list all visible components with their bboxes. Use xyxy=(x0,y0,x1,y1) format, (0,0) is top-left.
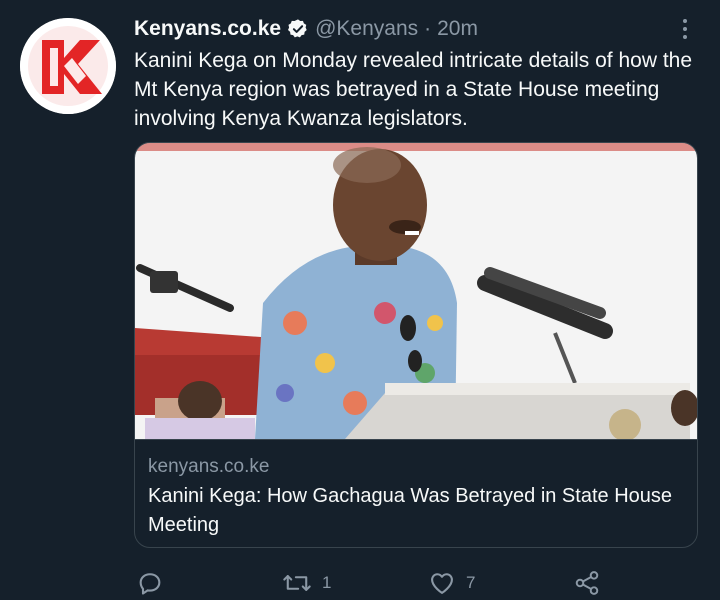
card-title: Kanini Kega: How Gachagua Was Betrayed i… xyxy=(148,485,673,536)
retweet-icon xyxy=(283,575,311,591)
tweet[interactable]: Kenyans.co.ke @Kenyans · 20m Kanini Kega… xyxy=(0,0,720,600)
card-meta[interactable]: kenyans.co.ke Kanini Kega: How Gachagua … xyxy=(135,439,697,547)
reply-button[interactable] xyxy=(136,568,174,598)
reply-icon xyxy=(139,573,161,595)
card-domain: kenyans.co.ke xyxy=(148,456,270,477)
kenyans-k-logo-icon xyxy=(20,18,116,114)
tweet-text: Kanini Kega on Monday revealed intricate… xyxy=(134,49,693,130)
share-button[interactable] xyxy=(572,568,602,598)
more-options-icon[interactable] xyxy=(676,14,694,44)
timestamp[interactable]: 20m xyxy=(437,17,478,41)
like-button[interactable]: 7 xyxy=(428,568,475,598)
share-icon xyxy=(575,571,599,595)
handle[interactable]: @Kenyans xyxy=(315,17,418,41)
card-photo xyxy=(135,143,697,439)
separator-dot: · xyxy=(424,17,432,40)
avatar[interactable] xyxy=(20,18,116,114)
verified-badge-icon xyxy=(287,18,309,40)
retweet-button[interactable]: 1 xyxy=(282,568,331,598)
heart-icon xyxy=(431,573,453,594)
retweet-count: 1 xyxy=(322,573,332,592)
link-card[interactable]: kenyans.co.ke Kanini Kega: How Gachagua … xyxy=(134,142,698,548)
like-count: 7 xyxy=(466,573,476,592)
tweet-header: Kenyans.co.ke @Kenyans · 20m xyxy=(134,14,478,44)
display-name[interactable]: Kenyans.co.ke xyxy=(134,17,281,41)
action-bar: 1 7 xyxy=(0,560,720,600)
card-image[interactable] xyxy=(135,143,697,439)
